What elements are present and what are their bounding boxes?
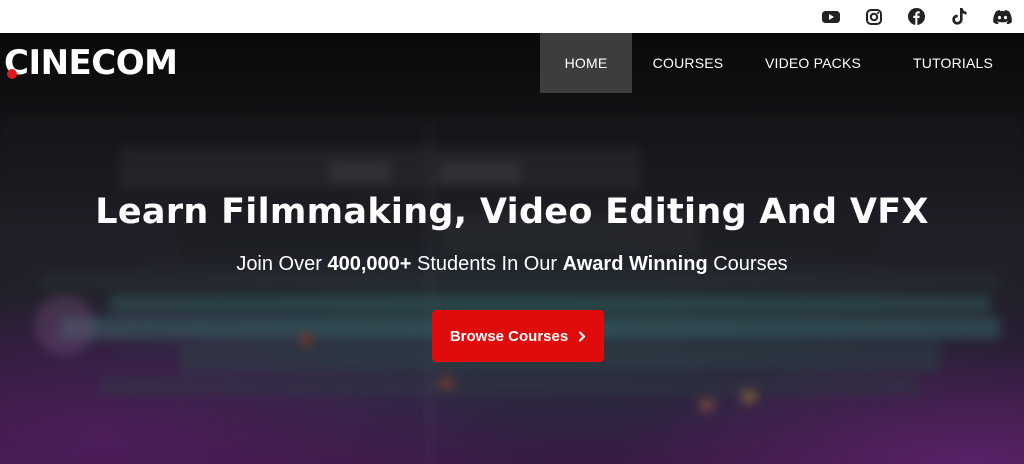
instagram-link[interactable]	[852, 0, 895, 33]
award-highlight: Award Winning	[562, 253, 708, 275]
youtube-link[interactable]	[809, 0, 852, 33]
tiktok-icon	[952, 8, 967, 25]
discord-link[interactable]	[981, 0, 1024, 33]
logo-mark: C	[4, 43, 29, 83]
logo-red-dot	[7, 69, 17, 79]
youtube-icon	[821, 10, 840, 23]
sub-prefix: Join Over	[236, 253, 328, 275]
sub-middle: Students In Our	[411, 253, 563, 275]
hero-overlay	[0, 33, 1024, 464]
tiktok-link[interactable]	[938, 0, 981, 33]
nav-item-tutorials[interactable]: TUTORIALS	[882, 33, 1024, 93]
student-count: 400,000+	[327, 253, 412, 275]
facebook-link[interactable]	[895, 0, 938, 33]
facebook-icon	[908, 8, 925, 25]
browse-courses-button[interactable]: Browse Courses	[432, 310, 604, 362]
browse-courses-label: Browse Courses	[449, 327, 569, 345]
logo-wordmark: INECOM	[28, 43, 178, 83]
sub-suffix: Courses	[707, 253, 788, 275]
nav-item-home[interactable]: HOME	[540, 33, 632, 93]
nav-item-courses[interactable]: COURSES	[632, 33, 744, 93]
hero-headline: Learn Filmmaking, Video Editing And VFX	[95, 192, 929, 232]
hero-section: C INECOM HOME COURSES VIDEO PACKS TUTORIA…	[0, 33, 1024, 464]
discord-icon	[993, 9, 1012, 24]
chevron-right-icon	[579, 330, 586, 342]
nav-item-video-packs[interactable]: VIDEO PACKS	[744, 33, 882, 93]
main-navbar: C INECOM HOME COURSES VIDEO PACKS TUTORIA…	[0, 33, 1024, 93]
instagram-icon	[865, 8, 882, 25]
social-bar	[0, 0, 1024, 33]
cinecom-logo[interactable]: C INECOM	[4, 41, 178, 85]
nav-menu: HOME COURSES VIDEO PACKS TUTORIALS	[540, 33, 1024, 93]
social-links	[809, 0, 1024, 33]
hero-subheadline: Join Over 400,000+ Students In Our Award…	[0, 253, 1024, 276]
